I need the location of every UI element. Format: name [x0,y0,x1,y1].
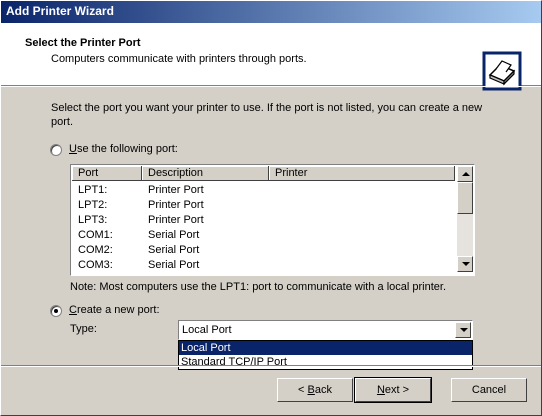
title-bar[interactable]: Add Printer Wizard [1,1,541,23]
table-row[interactable]: COM2: Serial Port [72,243,457,258]
intro-text: Select the port you want your printer to… [51,102,483,128]
wizard-header: Select the Printer Port Computers commun… [1,23,541,91]
table-row[interactable]: LPT1: Printer Port [72,183,457,198]
window-title: Add Printer Wizard [6,4,114,18]
port-list[interactable]: Port Description Printer LPT1: Printer Po… [70,164,475,276]
table-row[interactable]: COM1: Serial Port [72,228,457,243]
port-type-select[interactable]: Local Port [178,320,473,340]
create-new-port-label[interactable]: Create a new port: [69,304,160,316]
add-printer-wizard-window: Add Printer Wizard Select the Printer Po… [0,0,542,416]
port-type-value: Local Port [182,324,232,336]
arrow-up-icon [462,172,470,176]
cancel-button[interactable]: Cancel [451,378,527,402]
note-text: Note: Most computers use the LPT1: port … [70,281,447,293]
use-following-port-label[interactable]: Use the following port: [69,143,178,155]
create-new-port-radio[interactable] [50,305,62,317]
back-button[interactable]: < Back [277,378,353,402]
port-rows: LPT1: Printer Port LPT2: Printer Port LPT3… [72,183,457,273]
scroll-thumb[interactable] [457,182,473,214]
scroll-up-button[interactable] [457,166,473,182]
chevron-down-icon [460,328,468,332]
dropdown-button[interactable] [455,322,471,338]
table-row[interactable]: COM3: Serial Port [72,258,457,273]
port-list-scrollbar[interactable] [457,166,473,272]
arrow-down-icon [462,262,470,266]
scroll-down-button[interactable] [457,256,473,272]
column-description[interactable]: Description [142,166,269,181]
type-label: Type: [70,323,97,335]
use-following-port-radio[interactable] [50,144,62,156]
port-list-header: Port Description Printer [72,166,455,182]
column-printer[interactable]: Printer [269,166,455,181]
next-button[interactable]: Next > [354,377,432,403]
table-row[interactable]: LPT3: Printer Port [72,213,457,228]
page-title: Select the Printer Port [25,37,141,49]
option-local-port[interactable]: Local Port [179,341,472,355]
column-port[interactable]: Port [72,166,142,181]
table-row[interactable]: LPT2: Printer Port [72,198,457,213]
page-subtitle: Computers communicate with printers thro… [51,53,307,65]
printer-icon [482,51,522,91]
